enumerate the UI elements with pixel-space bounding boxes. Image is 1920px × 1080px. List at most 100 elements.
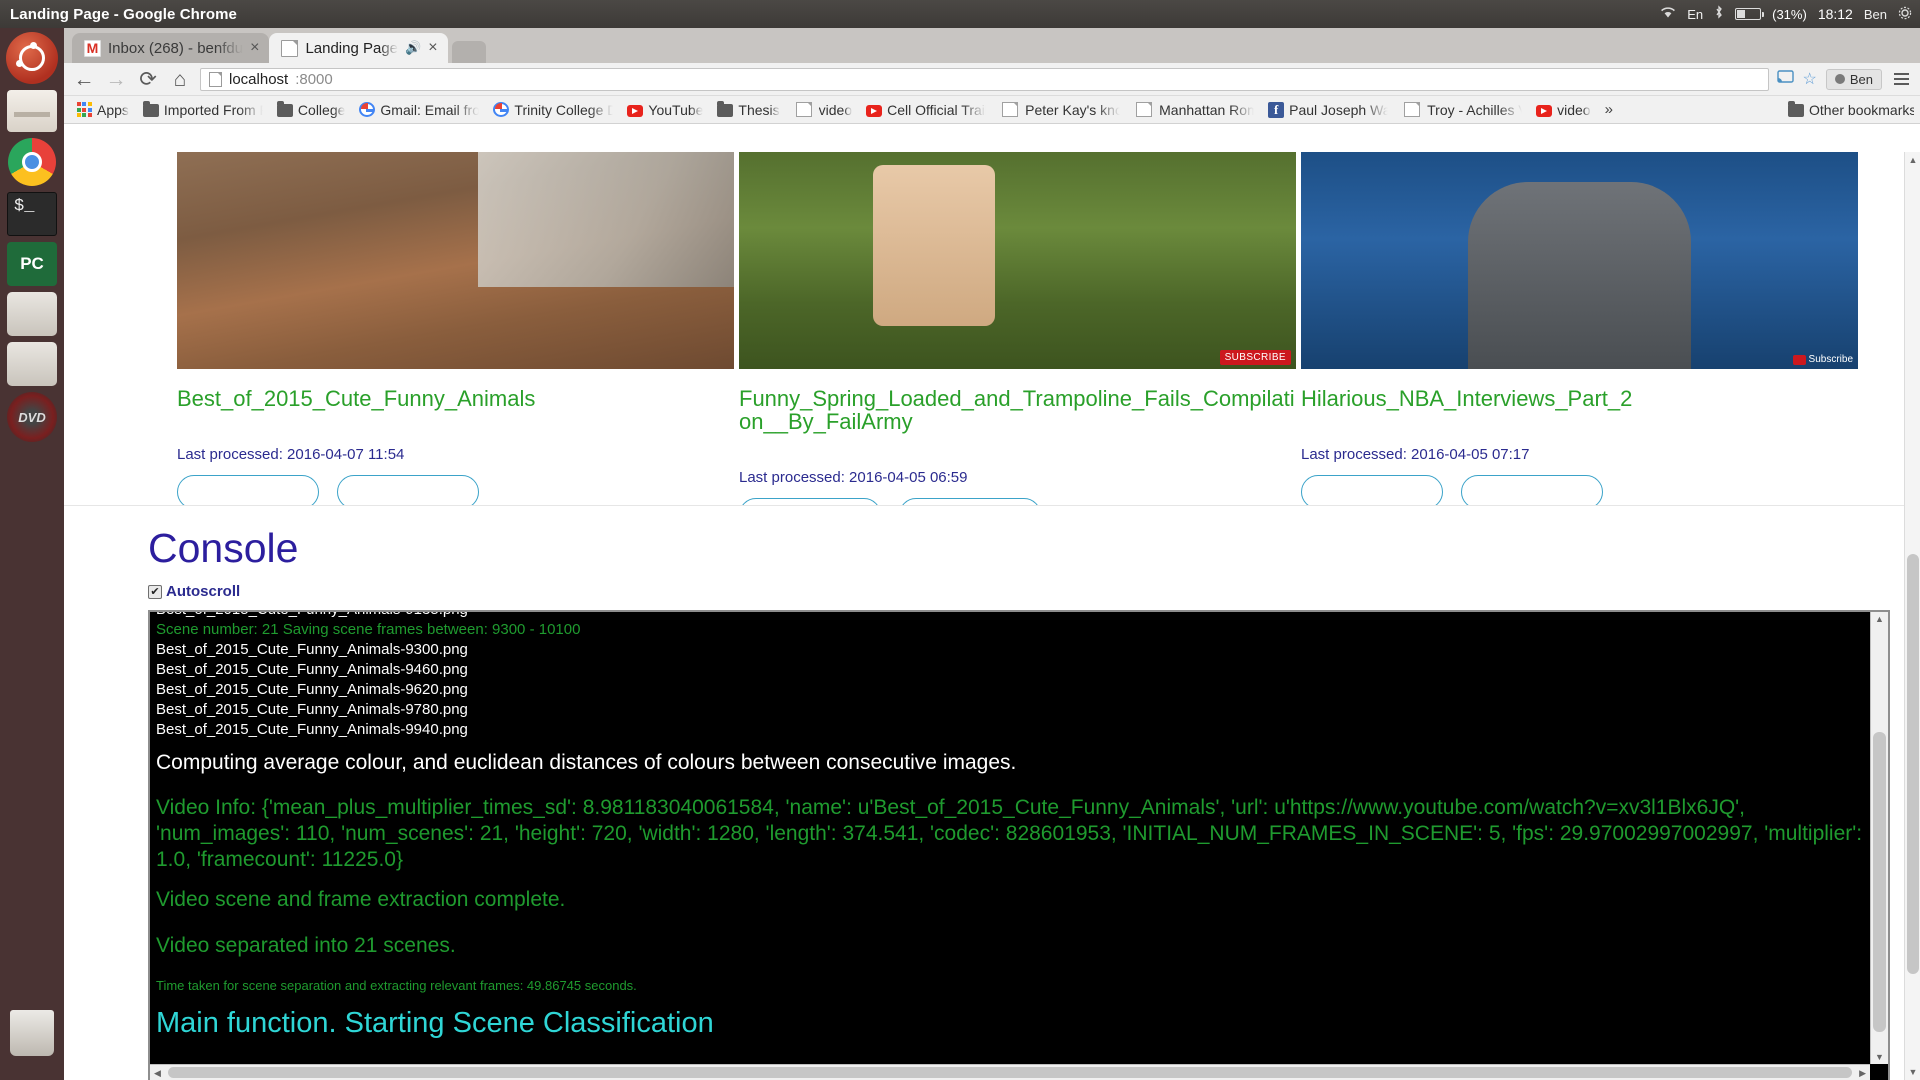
console-output-box[interactable]: Best_of_2015_Cute_Funny_Animals-9135.png…	[148, 610, 1890, 1080]
bookmark-video-2[interactable]: video	[1530, 100, 1596, 120]
user-menu[interactable]: Ben	[1864, 7, 1887, 22]
profile-label: Ben	[1850, 72, 1873, 87]
bookmark-gmail[interactable]: Gmail: Email from	[353, 100, 485, 120]
card-action-button-1[interactable]	[1301, 475, 1443, 506]
card-action-button-2[interactable]	[899, 498, 1041, 506]
subscribe-label: Subscribe	[1809, 354, 1853, 365]
wifi-icon[interactable]	[1660, 6, 1676, 22]
bookmark-imported-from-f[interactable]: Imported From F	[137, 100, 269, 120]
bookmark-apps[interactable]: Apps	[70, 100, 135, 120]
bookmark-label: video	[819, 102, 852, 118]
scrollbar-thumb[interactable]	[1907, 554, 1919, 974]
page-icon	[796, 102, 812, 117]
mute-speaker-icon[interactable]: 🔊	[405, 40, 421, 56]
star-icon[interactable]: ☆	[1803, 69, 1817, 89]
back-arrow-icon[interactable]: ←	[72, 69, 96, 90]
card-action-button-2[interactable]	[337, 475, 479, 506]
new-tab-button[interactable]	[452, 41, 486, 63]
video-title[interactable]: Funny_Spring_Loaded_and_Trampoline_Fails…	[739, 387, 1296, 433]
bookmarks-overflow-chevron-icon[interactable]: »	[1599, 101, 1619, 118]
battery-icon[interactable]	[1735, 8, 1761, 20]
folder-icon	[277, 104, 293, 117]
scroll-up-arrow-icon[interactable]: ▲	[1905, 152, 1920, 168]
url-port: :8000	[295, 71, 333, 88]
launcher-item-terminal[interactable]: $_	[7, 192, 57, 236]
scroll-up-arrow-icon[interactable]: ▲	[1875, 614, 1884, 624]
tab-landing-page[interactable]: Landing Page 🔊 ×	[269, 33, 447, 63]
folder-icon	[143, 104, 159, 117]
bookmark-paul-joseph-watson[interactable]: f Paul Joseph Wat	[1262, 100, 1394, 120]
scroll-down-arrow-icon[interactable]: ▼	[1905, 1064, 1920, 1080]
bookmark-youtube[interactable]: YouTube	[621, 100, 709, 120]
video-title[interactable]: Hilarious_NBA_Interviews_Part_2	[1301, 387, 1858, 410]
menu-icon[interactable]	[1891, 71, 1912, 87]
console-line: Best_of_2015_Cute_Funny_Animals-9780.png	[156, 700, 1866, 720]
page-title: Console	[148, 528, 1920, 569]
scrollbar-thumb[interactable]	[168, 1067, 1852, 1078]
bookmark-thesis[interactable]: Thesis	[711, 100, 785, 120]
cast-icon[interactable]	[1777, 70, 1794, 89]
gear-icon[interactable]	[1898, 6, 1912, 23]
card-action-button-2[interactable]	[1461, 475, 1603, 506]
bookmark-peter-kay[interactable]: Peter Kay's knock	[994, 100, 1126, 120]
bookmark-troy-achilles[interactable]: Troy - Achilles VS	[1396, 100, 1528, 120]
launcher-item-app-gray-1[interactable]	[7, 292, 57, 336]
bookmark-cell-official-trailer[interactable]: Cell Official Traile	[860, 100, 992, 120]
bookmark-video-1[interactable]: video	[788, 100, 858, 120]
close-icon[interactable]: ×	[428, 40, 437, 56]
folder-icon	[717, 104, 733, 117]
forward-arrow-icon[interactable]: →	[104, 69, 128, 90]
launcher-item-trash[interactable]	[10, 1010, 54, 1056]
last-processed-label: Last processed: 2016-04-05 07:17	[1301, 446, 1858, 463]
thumbnail-trampoline[interactable]: SUBSCRIBE	[739, 152, 1296, 369]
launcher-item-files[interactable]	[7, 90, 57, 132]
subscribe-badge: SUBSCRIBE	[1220, 350, 1291, 365]
bookmarks-bar: Apps Imported From F College Gmail: Emai…	[64, 96, 1920, 124]
launcher-bottom-group	[0, 1006, 64, 1062]
other-bookmarks-button[interactable]: Other bookmarks	[1782, 100, 1914, 120]
close-icon[interactable]: ×	[250, 40, 259, 56]
bookmark-label: College	[298, 102, 345, 118]
thumbnail-nba[interactable]: NBA Subscribe	[1301, 152, 1858, 369]
tab-inbox[interactable]: Inbox (268) - benfdu ×	[72, 33, 269, 63]
reload-icon[interactable]: ⟳	[136, 69, 160, 90]
tab-label: Inbox (268) - benfdu	[108, 40, 243, 57]
console-vertical-scrollbar[interactable]: ▲ ▼	[1870, 612, 1888, 1064]
scrollbar-thumb[interactable]	[1873, 732, 1886, 1032]
system-tray: En (31%) 18:12 Ben	[1660, 0, 1912, 28]
card-action-button-1[interactable]	[177, 475, 319, 506]
scroll-right-arrow-icon[interactable]: ▶	[1859, 1068, 1866, 1079]
autoscroll-checkbox[interactable]: ✔	[148, 585, 162, 599]
video-card: Best_of_2015_Cute_Funny_Animals Last pro…	[177, 152, 739, 506]
scroll-down-arrow-icon[interactable]: ▼	[1875, 1052, 1884, 1062]
launcher-item-app-gray-2[interactable]	[7, 342, 57, 386]
autoscroll-row[interactable]: ✔ Autoscroll	[148, 583, 1920, 600]
launcher-item-pycharm[interactable]: PC	[7, 242, 57, 286]
card-action-button-1[interactable]	[739, 498, 881, 506]
console-line: Time taken for scene separation and extr…	[156, 969, 1866, 1003]
clock[interactable]: 18:12	[1818, 6, 1853, 22]
bookmark-trinity-college[interactable]: Trinity College Du	[487, 100, 619, 120]
console-horizontal-scrollbar[interactable]: ◀ ▶	[150, 1064, 1870, 1080]
bluetooth-icon[interactable]	[1714, 5, 1724, 23]
profile-button[interactable]: Ben	[1826, 69, 1882, 90]
address-bar[interactable]: localhost:8000	[200, 68, 1769, 91]
keyboard-layout-indicator[interactable]: En	[1687, 7, 1703, 22]
console-line: Best_of_2015_Cute_Funny_Animals-9940.png	[156, 720, 1866, 740]
page-scrollbar[interactable]: ▲ ▼	[1904, 152, 1920, 1080]
page-icon	[1002, 102, 1018, 117]
scroll-left-arrow-icon[interactable]: ◀	[154, 1068, 161, 1079]
page-info-icon[interactable]	[209, 72, 222, 87]
launcher-item-dvd-player[interactable]: DVD	[7, 392, 57, 442]
launcher-item-google-chrome[interactable]	[8, 138, 56, 186]
bookmark-college[interactable]: College	[271, 100, 351, 120]
browser-toolbar: ← → ⟳ ⌂ localhost:8000 ☆ Ben	[64, 63, 1920, 96]
console-line: Main function. Starting Scene Classifica…	[156, 1003, 1866, 1043]
console-line: Best_of_2015_Cute_Funny_Animals-9135.png	[156, 610, 1866, 620]
bookmark-manhattan-roma[interactable]: Manhattan Roma	[1128, 100, 1260, 120]
home-icon[interactable]: ⌂	[168, 69, 192, 90]
video-title[interactable]: Best_of_2015_Cute_Funny_Animals	[177, 387, 734, 410]
thumbnail-dog[interactable]	[177, 152, 734, 369]
launcher-item-ubuntu-dash[interactable]	[6, 32, 58, 84]
page-viewport: Best_of_2015_Cute_Funny_Animals Last pro…	[64, 152, 1920, 1080]
